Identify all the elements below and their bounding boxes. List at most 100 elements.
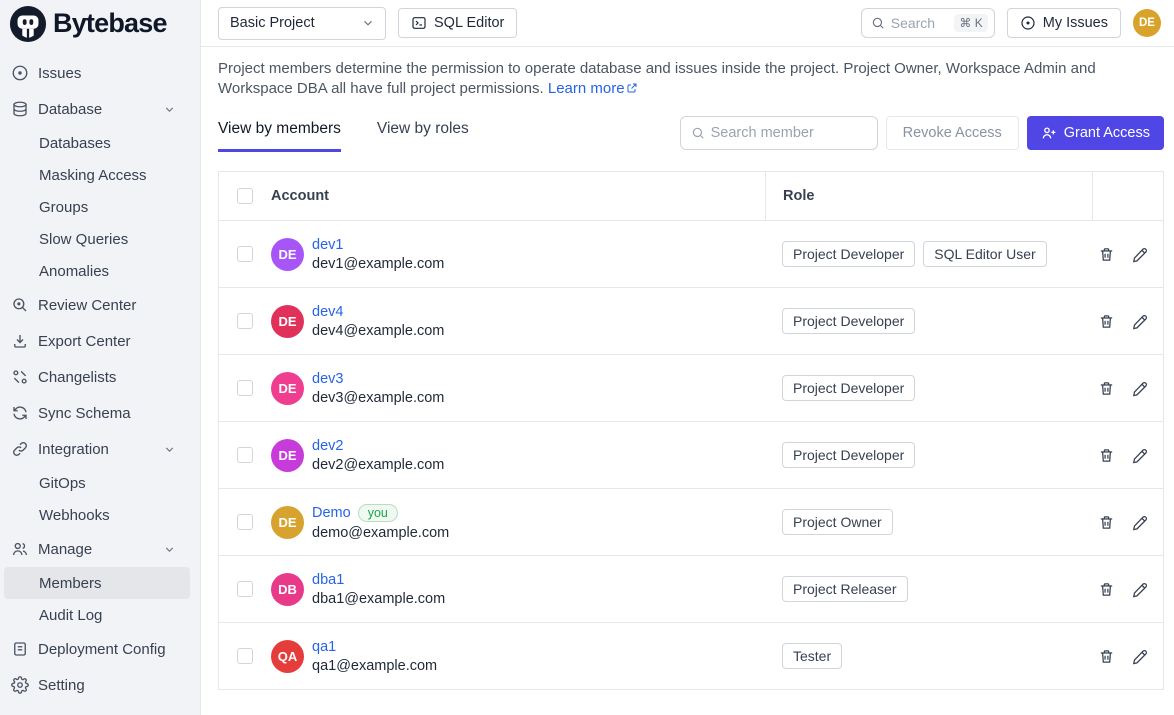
table-row: DE dev3 dev3@example.com Project Develop… <box>219 354 1163 421</box>
member-email: dev2@example.com <box>312 457 444 473</box>
role-badge: Project Developer <box>782 442 915 468</box>
sidebar-item-slow-queries[interactable]: Slow Queries <box>4 223 190 255</box>
user-plus-icon <box>1041 125 1057 141</box>
sidebar-item-audit-log[interactable]: Audit Log <box>4 599 190 631</box>
table-header-row: Account Role <box>219 172 1163 220</box>
changelist-pens-icon <box>10 367 30 387</box>
global-search-input[interactable]: Search ⌘ K <box>861 8 995 38</box>
edit-member-button[interactable] <box>1132 313 1149 330</box>
tabs-toolbar-row: View by members View by roles Revoke Acc… <box>218 116 1164 156</box>
sidebar-item-deployment-config[interactable]: Deployment Config <box>4 631 190 667</box>
search-icon <box>871 16 885 30</box>
you-badge: you <box>358 504 398 522</box>
trash-icon <box>1098 380 1115 397</box>
sidebar-item-sync-schema[interactable]: Sync Schema <box>4 395 190 431</box>
sidebar-item-export-center[interactable]: Export Center <box>4 323 190 359</box>
member-search-input[interactable] <box>711 125 867 141</box>
delete-member-button[interactable] <box>1098 246 1115 263</box>
tab-view-by-members[interactable]: View by members <box>218 120 341 152</box>
trash-icon <box>1098 246 1115 263</box>
delete-member-button[interactable] <box>1098 447 1115 464</box>
member-name-link[interactable]: dba1 <box>312 572 344 588</box>
link-icon <box>10 439 30 459</box>
gear-icon <box>10 675 30 695</box>
sidebar-item-issues[interactable]: Issues <box>4 55 190 91</box>
avatar: QA <box>271 640 304 673</box>
row-checkbox[interactable] <box>237 313 253 329</box>
role-badge: Project Developer <box>782 375 915 401</box>
row-checkbox[interactable] <box>237 380 253 396</box>
row-checkbox[interactable] <box>237 581 253 597</box>
sidebar-item-anomalies[interactable]: Anomalies <box>4 255 190 287</box>
pencil-icon <box>1132 380 1149 397</box>
sidebar-item-members[interactable]: Members <box>4 567 190 599</box>
edit-member-button[interactable] <box>1132 380 1149 397</box>
document-lines-icon <box>10 639 30 659</box>
delete-member-button[interactable] <box>1098 313 1115 330</box>
select-all-checkbox[interactable] <box>237 188 253 204</box>
delete-member-button[interactable] <box>1098 380 1115 397</box>
tab-view-by-roles[interactable]: View by roles <box>377 120 469 152</box>
search-shortcut-badge: ⌘ K <box>954 14 987 32</box>
project-select[interactable]: Basic Project <box>218 7 386 40</box>
pencil-icon <box>1132 313 1149 330</box>
sql-editor-button[interactable]: SQL Editor <box>398 8 517 38</box>
delete-member-button[interactable] <box>1098 581 1115 598</box>
page-description: Project members determine the permission… <box>218 59 1164 100</box>
chevron-down-icon <box>361 16 375 30</box>
sidebar-item-database[interactable]: Database <box>4 91 190 127</box>
avatar: DE <box>271 305 304 338</box>
user-avatar[interactable]: DE <box>1133 9 1161 37</box>
avatar: DE <box>271 439 304 472</box>
bytebase-logo[interactable]: Bytebase <box>0 0 200 47</box>
role-badge: Tester <box>782 643 842 669</box>
member-email: dev1@example.com <box>312 256 444 272</box>
revoke-access-button[interactable]: Revoke Access <box>886 116 1019 150</box>
sync-refresh-icon <box>10 403 30 423</box>
delete-member-button[interactable] <box>1098 514 1115 531</box>
edit-member-button[interactable] <box>1132 447 1149 464</box>
column-header-account: Account <box>271 188 765 204</box>
sidebar-item-webhooks[interactable]: Webhooks <box>4 499 190 531</box>
external-link-icon <box>626 80 638 100</box>
edit-member-button[interactable] <box>1132 514 1149 531</box>
member-name-link[interactable]: dev2 <box>312 438 343 454</box>
edit-member-button[interactable] <box>1132 246 1149 263</box>
sidebar-item-setting[interactable]: Setting <box>4 667 190 703</box>
member-search-box <box>680 116 878 150</box>
delete-member-button[interactable] <box>1098 648 1115 665</box>
member-name-link[interactable]: qa1 <box>312 639 336 655</box>
app-window: Bytebase Issues Database Databases Maski… <box>0 0 1174 715</box>
sidebar-item-integration[interactable]: Integration <box>4 431 190 467</box>
sidebar-item-manage[interactable]: Manage <box>4 531 190 567</box>
row-checkbox[interactable] <box>237 447 253 463</box>
member-name-link[interactable]: dev4 <box>312 304 343 320</box>
member-name-link[interactable]: dev3 <box>312 371 343 387</box>
table-row: QA qa1 qa1@example.com Tester <box>219 622 1163 689</box>
row-checkbox[interactable] <box>237 514 253 530</box>
member-email: demo@example.com <box>312 525 449 541</box>
grant-access-button[interactable]: Grant Access <box>1027 116 1164 150</box>
circle-dot-icon <box>1020 15 1036 31</box>
role-badge: Project Developer <box>782 308 915 334</box>
member-name-link[interactable]: Demo <box>312 505 351 521</box>
circle-dot-icon <box>10 63 30 83</box>
sidebar-item-databases[interactable]: Databases <box>4 127 190 159</box>
learn-more-link[interactable]: Learn more <box>548 80 625 97</box>
pencil-icon <box>1132 648 1149 665</box>
sidebar-item-masking-access[interactable]: Masking Access <box>4 159 190 191</box>
sidebar-item-review-center[interactable]: Review Center <box>4 287 190 323</box>
sidebar-item-groups[interactable]: Groups <box>4 191 190 223</box>
sidebar-item-gitops[interactable]: GitOps <box>4 467 190 499</box>
sidebar-item-changelists[interactable]: Changelists <box>4 359 190 395</box>
avatar: DE <box>271 372 304 405</box>
member-email: dev3@example.com <box>312 390 444 406</box>
trash-icon <box>1098 514 1115 531</box>
my-issues-button[interactable]: My Issues <box>1007 8 1121 38</box>
member-name-link[interactable]: dev1 <box>312 237 343 253</box>
edit-member-button[interactable] <box>1132 648 1149 665</box>
row-checkbox[interactable] <box>237 648 253 664</box>
edit-member-button[interactable] <box>1132 581 1149 598</box>
row-checkbox[interactable] <box>237 246 253 262</box>
top-bar: Basic Project SQL Editor Search ⌘ K My I… <box>201 0 1174 47</box>
